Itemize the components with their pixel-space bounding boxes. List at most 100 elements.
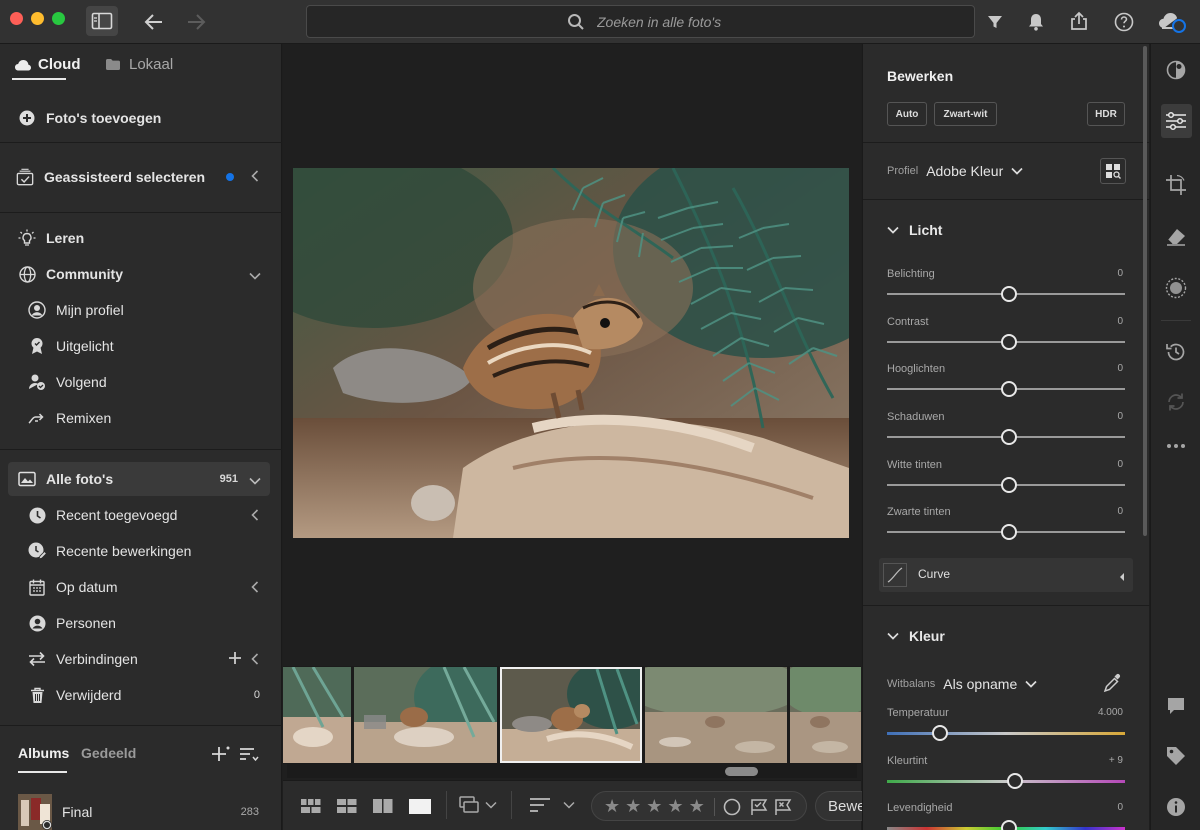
blacks-slider[interactable] [1001,524,1017,540]
sidebar-item-my-profile[interactable]: Mijn profiel [0,294,282,326]
blacks-value[interactable]: 0 [1117,506,1123,517]
chevron-left-icon[interactable] [250,169,260,186]
sidebar-item-remixes[interactable]: Remixen [0,402,282,434]
filmstrip-scrollbar-thumb[interactable] [725,767,758,776]
sidebar-item-by-date[interactable]: Op datum [0,571,282,603]
curve-section-header[interactable]: Curve [879,558,1133,592]
sidebar-item-learn[interactable]: Leren [0,222,282,254]
star-icon[interactable]: ★ [625,797,641,815]
profile-browser-button[interactable] [1100,158,1126,184]
cloud-sync-button[interactable] [1156,9,1188,35]
chevron-down-icon[interactable] [248,268,262,284]
highlights-value[interactable]: 0 [1117,363,1123,374]
search-bar[interactable] [306,5,975,38]
contrast-value[interactable]: 0 [1117,316,1123,327]
light-section-header[interactable]: Licht [887,222,942,238]
star-icon[interactable]: ★ [646,797,662,815]
filmstrip-thumbnail[interactable] [645,667,787,763]
sidebar-item-following[interactable]: Volgend [0,366,282,398]
album-name[interactable]: Final [62,804,92,820]
sync-tool-button[interactable] [1164,390,1188,414]
crop-tool-button[interactable] [1164,173,1188,197]
filter-button[interactable] [984,12,1006,32]
vibrance-slider[interactable] [1001,820,1017,830]
masking-tool-button[interactable] [1164,276,1188,300]
close-window-button[interactable] [10,12,23,25]
exposure-slider[interactable] [1001,286,1017,302]
minimize-window-button[interactable] [31,12,44,25]
highlights-slider[interactable] [1001,381,1017,397]
vibrance-value[interactable]: 0 [1117,802,1123,813]
unflag-button[interactable] [723,798,741,819]
star-icon[interactable]: ★ [667,797,683,815]
tab-albums[interactable]: Albums [18,745,69,761]
filmstrip-thumbnail-selected[interactable] [500,667,642,763]
shadows-slider[interactable] [1001,429,1017,445]
sidebar-item-connections[interactable]: Verbindingen [0,643,282,675]
star-rating[interactable]: ★ ★ ★ ★ ★ [604,797,705,815]
grid-small-view-button[interactable] [301,799,321,816]
chevron-down-icon[interactable] [248,473,262,489]
tint-value[interactable]: + 9 [1109,755,1123,766]
album-thumbnail[interactable] [18,794,52,830]
add-connection-button[interactable] [228,651,242,668]
filmstrip-thumbnail[interactable] [283,667,351,763]
pick-flag-button[interactable] [750,798,768,819]
temperature-track[interactable] [887,732,1125,735]
back-button[interactable] [140,8,168,36]
sidebar-toggle-button[interactable] [86,6,118,36]
whites-slider[interactable] [1001,477,1017,493]
sort-menu-button[interactable] [529,797,575,813]
hdr-button[interactable]: HDR [1087,102,1125,126]
edit-panel-scrollbar[interactable] [1143,46,1147,536]
sidebar-item-all-photos[interactable]: Alle foto's 951 [0,463,282,495]
exposure-value[interactable]: 0 [1117,268,1123,279]
chevron-left-icon[interactable] [250,508,260,525]
star-icon[interactable]: ★ [604,797,620,815]
compare-view-button[interactable] [373,799,393,816]
add-photos-button[interactable]: Foto's toevoegen [0,102,282,134]
info-button[interactable] [1164,795,1188,819]
edit-tool-button[interactable] [1164,109,1188,133]
sidebar-item-people[interactable]: Personen [0,607,282,639]
comments-button[interactable] [1164,694,1188,718]
filmstrip-thumbnail[interactable] [790,667,861,763]
sidebar-item-recent-edits[interactable]: Recente bewerkingen [0,535,282,567]
reject-flag-button[interactable] [774,798,792,819]
tab-cloud[interactable]: Cloud [14,56,81,73]
contrast-slider[interactable] [1001,334,1017,350]
healing-tool-button[interactable] [1164,224,1188,248]
sidebar-item-community[interactable]: Community [0,258,282,290]
help-button[interactable] [1112,10,1136,34]
shadows-value[interactable]: 0 [1117,411,1123,422]
filmstrip-thumbnail[interactable] [354,667,497,763]
versions-tool-button[interactable] [1164,340,1188,364]
forward-button[interactable] [182,8,210,36]
whites-value[interactable]: 0 [1117,459,1123,470]
sidebar-item-deleted[interactable]: Verwijderd 0 [0,679,282,711]
detail-view-button[interactable] [409,799,431,817]
tab-local[interactable]: Lokaal [105,56,173,73]
search-input[interactable] [597,13,897,30]
share-button[interactable] [1067,9,1091,33]
tint-slider[interactable] [1007,773,1023,789]
notifications-button[interactable] [1026,11,1046,33]
white-balance-selector[interactable]: Witbalans Als opname [887,676,1037,692]
sidebar-item-recently-added[interactable]: Recent toegevoegd [0,499,282,531]
temperature-value[interactable]: 4.000 [1098,707,1123,718]
tint-track[interactable] [887,780,1125,783]
tab-shared[interactable]: Gedeeld [81,745,136,761]
color-section-header[interactable]: Kleur [887,628,945,644]
grid-large-view-button[interactable] [337,799,357,816]
main-photo[interactable] [293,168,849,538]
black-white-button[interactable]: Zwart-wit [934,102,997,126]
zoom-window-button[interactable] [52,12,65,25]
eyedropper-button[interactable] [1103,673,1123,696]
keywords-button[interactable] [1164,744,1188,768]
sidebar-item-featured[interactable]: Uitgelicht [0,330,282,362]
chevron-left-icon[interactable] [250,652,260,669]
stack-menu-button[interactable] [459,796,497,814]
presets-tool-button[interactable] [1164,58,1188,82]
sort-albums-button[interactable] [239,747,259,766]
assisted-select-item[interactable]: Geassisteerd selecteren [0,161,282,193]
